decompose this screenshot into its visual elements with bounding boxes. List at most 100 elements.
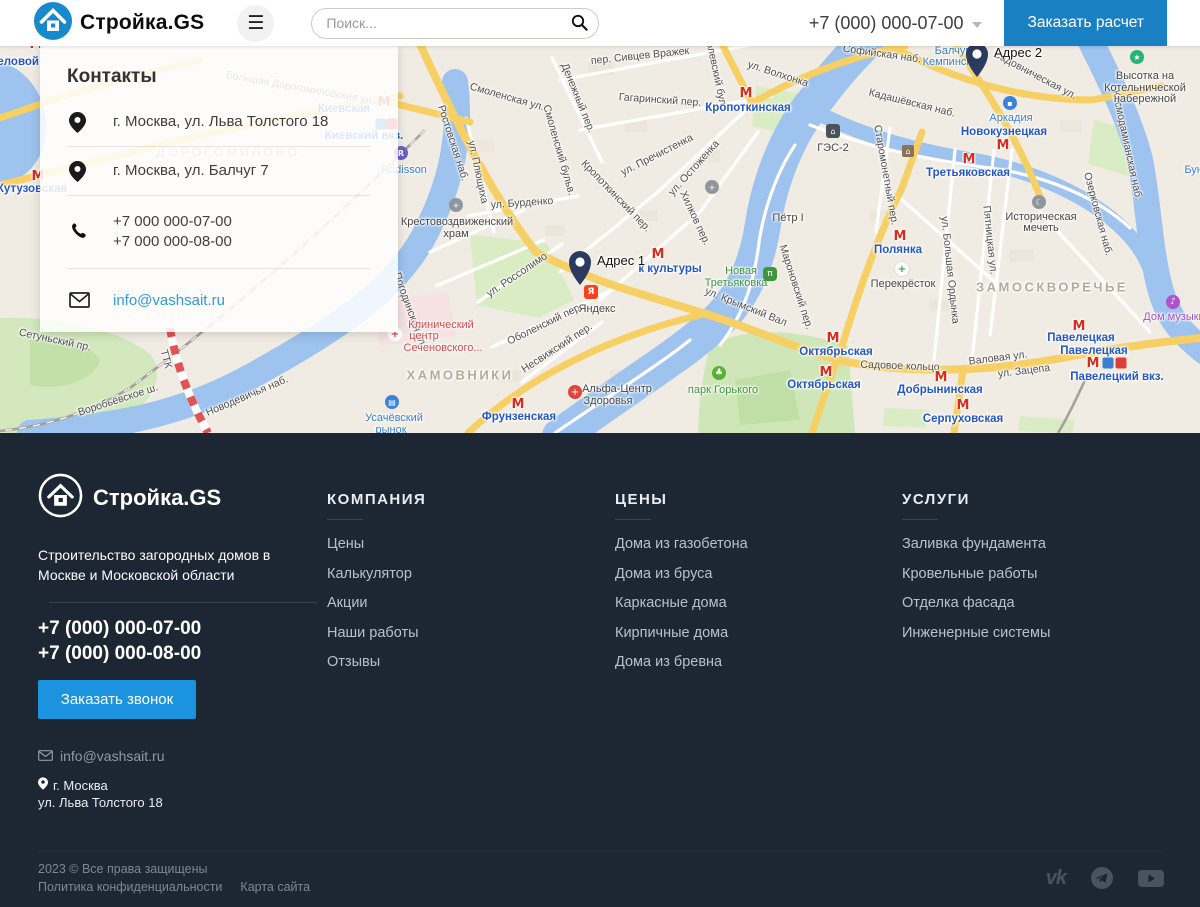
map-label: центр <box>409 330 439 342</box>
map-label: Фрунзенская <box>482 411 556 423</box>
footer-phones[interactable]: +7 (000) 000-07-00 +7 (000) 000-08-00 <box>38 616 327 667</box>
location-pin-icon <box>38 777 48 795</box>
map-label: Третьяковская <box>926 167 1010 179</box>
footer-link[interactable]: Кирпичные дома <box>615 625 902 641</box>
envelope-icon <box>38 748 53 764</box>
pk-icon: + <box>894 261 910 277</box>
metro-icon: М <box>826 331 840 345</box>
metro-icon: М <box>996 138 1010 152</box>
footer-column-divider <box>327 519 363 520</box>
footer-phone-2[interactable]: +7 (000) 000-08-00 <box>38 641 327 667</box>
contact-address-row-2: г. Москва, ул. Балчуг 7 <box>67 147 371 196</box>
map-label: Деловой <box>0 56 39 68</box>
youtube-icon[interactable] <box>1138 869 1164 888</box>
order-calculation-button[interactable]: Заказать расчет <box>1004 0 1167 46</box>
footer-link[interactable]: Дома из бруса <box>615 566 902 582</box>
menu-button[interactable]: ☰ <box>237 5 274 42</box>
footer-company-block: Стройка.GS Строительство загородных домо… <box>38 433 327 812</box>
map-label: Серпуховская <box>923 413 1003 425</box>
address-marker-label: Адрес 2 <box>994 46 1042 60</box>
vk-icon[interactable]: vk <box>1046 867 1066 890</box>
envelope-icon <box>67 292 113 308</box>
footer-email-link[interactable]: info@vashsait.ru <box>60 748 164 764</box>
contacts-card: Контакты г. Москва, ул. Льва Толстого 18… <box>40 46 398 332</box>
map-label: ЗАМОСКВОРЕЧЬЕ <box>976 280 1128 295</box>
footer-link[interactable]: Заливка фундамента <box>902 536 1200 552</box>
contact-phones[interactable]: +7 000 000-07-00 +7 000 000-08-00 <box>113 212 232 253</box>
chevron-down-icon[interactable] <box>972 22 982 28</box>
search-box <box>311 8 599 39</box>
footer-email-row: info@vashsait.ru <box>38 748 327 764</box>
footer-link[interactable]: Цены <box>327 536 615 552</box>
metro-icon: М <box>819 365 833 379</box>
footer-link[interactable]: Дома из газобетона <box>615 536 902 552</box>
footer-link[interactable]: Калькулятор <box>327 566 615 582</box>
metro-icon: М <box>1072 319 1086 333</box>
sqb-icon <box>1103 358 1114 369</box>
map-label: Дом музыки <box>1143 311 1200 323</box>
footer-bottom-link[interactable]: Карта сайта <box>240 878 310 896</box>
footer-phone-1[interactable]: +7 (000) 000-07-00 <box>38 616 327 642</box>
address-marker-label: Адрес 1 <box>597 253 645 268</box>
header-right: +7 (000) 000-07-00 Заказать расчет <box>809 0 1200 46</box>
metro-icon: М <box>1086 356 1100 370</box>
footer-column-1: КОМПАНИЯЦеныКалькуляторАкцииНаши работыО… <box>327 433 615 812</box>
footer-grid: Стройка.GS Строительство загородных домо… <box>0 433 1200 812</box>
footer-link[interactable]: Кровельные работы <box>902 566 1200 582</box>
address-marker-icon[interactable] <box>567 250 593 291</box>
contact-email-link[interactable]: info@vashsait.ru <box>113 292 225 309</box>
mon-icon: ⌂ <box>902 145 914 157</box>
map-label: Аркадия <box>989 112 1032 124</box>
contact-phone-1[interactable]: +7 000 000-07-00 <box>113 213 232 230</box>
telegram-icon[interactable] <box>1090 866 1114 890</box>
crescent-icon: ☾ <box>1032 195 1046 209</box>
logo[interactable]: Стройка.GS <box>33 1 204 46</box>
header-phone[interactable]: +7 (000) 000-07-00 <box>809 13 964 34</box>
location-pin-icon <box>67 112 113 133</box>
map-label: рынок <box>375 424 406 433</box>
hamburger-icon: ☰ <box>247 12 264 35</box>
footer-link[interactable]: Отзывы <box>327 654 615 670</box>
footer-bottom-left: 2023 © Все права защищены Политика конфи… <box>38 860 310 896</box>
map-label: ХАМОВНИКИ <box>407 368 514 383</box>
church-icon: + <box>705 180 719 194</box>
map-label: Высотка на <box>1116 70 1174 82</box>
map-label: Третьяковка <box>705 277 768 289</box>
social-icons: vk <box>1046 866 1164 890</box>
contact-address-row-1: г. Москва, ул. Льва Толстого 18 <box>67 98 371 147</box>
footer-bottom-link[interactable]: Политика конфиденциальности <box>38 878 222 896</box>
footer-bottom-bar: 2023 © Все права защищены Политика конфи… <box>38 851 1164 896</box>
footer-link[interactable]: Акции <box>327 595 615 611</box>
request-call-button[interactable]: Заказать звонок <box>38 680 196 719</box>
footer-divider <box>49 602 317 603</box>
footer-link[interactable]: Инженерные системы <box>902 625 1200 641</box>
contact-phone-2[interactable]: +7 000 000-08-00 <box>113 233 232 250</box>
footer-column-title: ЦЕНЫ <box>615 491 902 508</box>
metro-icon: М <box>511 397 525 411</box>
map-label: к культуры <box>638 263 701 275</box>
contact-phones-row: +7 000 000-07-00 +7 000 000-08-00 <box>67 196 371 269</box>
ges-icon: ⌂ <box>826 124 840 138</box>
map-label: Октябрьская <box>799 346 873 358</box>
map-label: Крестовоздвиженский <box>401 216 513 228</box>
search-icon[interactable] <box>571 14 588 36</box>
footer-link[interactable]: Дома из бревна <box>615 654 902 670</box>
address-marker-icon[interactable] <box>964 46 990 83</box>
logo-icon <box>33 1 73 46</box>
metro-icon: М <box>651 247 665 261</box>
footer-link[interactable]: Наши работы <box>327 625 615 641</box>
sqr-icon <box>1116 358 1127 369</box>
footer-link[interactable]: Каркасные дома <box>615 595 902 611</box>
map[interactable]: пер. Сивцев ВражекГагаринский пер.Смолен… <box>0 46 1200 433</box>
church-icon: + <box>449 198 463 212</box>
footer-logo-title: Стройка.GS <box>93 485 221 511</box>
search-input[interactable] <box>311 8 599 39</box>
map-label: парк Горького <box>688 384 758 396</box>
footer-logo-icon <box>38 473 83 523</box>
footer-logo[interactable]: Стройка.GS <box>38 473 327 523</box>
metro-icon: М <box>893 229 907 243</box>
footer-column-divider <box>615 519 651 520</box>
footer-column-2: ЦЕНЫ Дома из газобетона Дома из бруса Карка… <box>615 433 902 812</box>
footer-link[interactable]: Отделка фасада <box>902 595 1200 611</box>
map-label: Перекрёсток <box>871 278 936 290</box>
